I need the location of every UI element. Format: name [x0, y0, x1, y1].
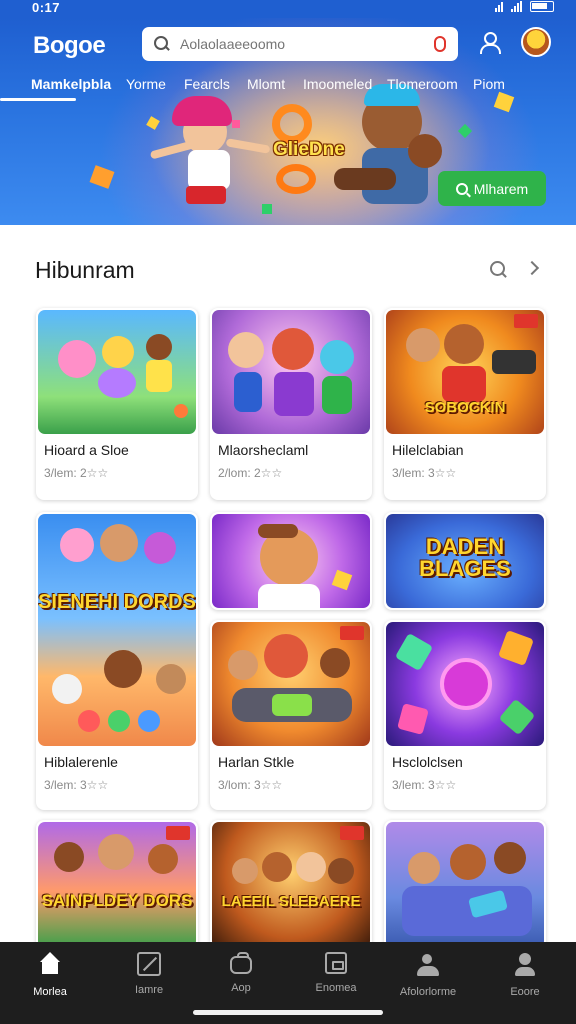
card-meta: 3/lem: 2☆☆ — [44, 466, 109, 480]
avatar[interactable] — [521, 27, 551, 57]
bottom-nav-apps[interactable]: Aop — [193, 952, 289, 994]
card-art-text: SAINPLDEY DORS — [41, 891, 193, 910]
status-bar: 0:17 — [0, 0, 576, 18]
bottom-nav-label: Aop — [231, 982, 251, 994]
card-title: Hilelclabian — [392, 442, 464, 458]
tab-piom[interactable]: Piom — [473, 76, 505, 92]
bottom-nav-label: Enomea — [315, 982, 357, 994]
game-card[interactable]: Harlan Stkle 3/lom: 3☆☆ — [210, 620, 372, 810]
card-art-text: DADEN BLAGES — [419, 534, 511, 581]
card-title: Hioard a Sloe — [44, 442, 129, 458]
card-title: Hsclolclsen — [392, 754, 463, 770]
movies-icon — [325, 952, 347, 974]
search-bar[interactable] — [142, 27, 458, 61]
nav-tabs: Mamkelpbla Yorme Fearcls Mlomt Imoomeled… — [0, 76, 576, 104]
section-title: Hibunram — [35, 257, 135, 283]
bottom-nav-movies[interactable]: Enomea — [288, 952, 384, 994]
card-meta: 3/lem: 3☆☆ — [392, 778, 457, 792]
wifi-icon — [495, 1, 503, 12]
apps-icon — [230, 952, 252, 974]
game-thumbnail: SAINPLDEY DORS — [38, 822, 196, 948]
card-title: Hiblalerenle — [44, 754, 118, 770]
search-icon — [154, 36, 170, 52]
tab-imoomeled[interactable]: Imoomeled — [303, 76, 372, 92]
app-logo[interactable]: Bogoe — [33, 32, 106, 60]
status-time: 0:17 — [32, 0, 61, 15]
bottom-nav-account[interactable]: Eoore — [477, 952, 573, 998]
mic-icon[interactable] — [434, 36, 446, 52]
game-thumbnail — [212, 514, 370, 608]
hero-banner[interactable]: Bogoe Mamkelpbla Yorme Fearcls Mlomt Imo… — [0, 18, 576, 225]
game-card[interactable]: SAINPLDEY DORS — [36, 820, 198, 950]
card-art-text: LAEEIL SLEBAERE — [221, 893, 361, 910]
game-card[interactable]: SOBOCKIN Hilelclabian 3/lem: 3☆☆ — [384, 308, 546, 500]
signal-icon — [511, 1, 522, 12]
activities-icon — [415, 952, 441, 978]
card-meta: 3/lem: 3☆☆ — [392, 466, 457, 480]
card-meta: 3/lem: 3☆☆ — [44, 778, 109, 792]
bottom-nav-label: Afolorlorme — [399, 986, 457, 998]
game-thumbnail — [212, 622, 370, 746]
chevron-right-icon[interactable] — [524, 260, 540, 276]
bottom-nav-games[interactable]: Iamre — [101, 952, 197, 996]
section-header: Hibunram — [35, 255, 545, 285]
tab-tlomeroom[interactable]: Tlomeroom — [387, 76, 458, 92]
bottom-nav-label: Morlea — [33, 986, 67, 998]
game-thumbnail — [386, 622, 544, 746]
hero-cta-label: Mlharem — [473, 180, 529, 197]
hero-cta-button[interactable]: Mlharem — [438, 171, 546, 206]
home-icon — [37, 952, 63, 978]
battery-icon — [530, 1, 554, 12]
active-tab-indicator — [0, 98, 76, 101]
status-icons — [495, 1, 554, 12]
hero-title: GlieDne — [273, 139, 345, 160]
game-card[interactable]: LAEEIL SLEBAERE — [210, 820, 372, 950]
tab-marketplace[interactable]: Mamkelpbla — [31, 76, 111, 92]
tab-mlomt[interactable]: Mlomt — [247, 76, 285, 92]
card-title: Mlaorsheclaml — [218, 442, 309, 458]
game-card[interactable]: Hioard a Sloe 3/lem: 2☆☆ — [36, 308, 198, 500]
bottom-nav-label: Eoore — [510, 986, 540, 998]
search-icon[interactable] — [490, 261, 508, 279]
bottom-nav-activities[interactable]: Afolorlorme — [380, 952, 476, 998]
game-card[interactable]: Mlaorsheclaml 2/lom: 2☆☆ — [210, 308, 372, 500]
card-title: Harlan Stkle — [218, 754, 295, 770]
game-thumbnail — [212, 310, 370, 434]
game-thumbnail: LAEEIL SLEBAERE — [212, 822, 370, 948]
game-thumbnail: SIENEHI DORDS — [38, 514, 196, 746]
game-thumbnail: SOBOCKIN — [386, 310, 544, 434]
bottom-nav-home[interactable]: Morlea — [2, 952, 98, 998]
search-icon — [455, 182, 468, 195]
tab-home[interactable]: Yorme — [126, 76, 166, 92]
account-icon — [512, 952, 538, 978]
search-input[interactable] — [180, 36, 434, 52]
home-indicator[interactable] — [193, 1010, 383, 1015]
tab-feeds[interactable]: Fearcls — [184, 76, 230, 92]
card-meta: 2/lom: 2☆☆ — [218, 466, 283, 480]
game-card[interactable]: SIENEHI DORDS Hiblalerenle 3/lem: 3☆☆ — [36, 512, 198, 810]
card-art-text: SIENEHI DORDS — [38, 591, 196, 613]
bottom-nav-label: Iamre — [134, 984, 164, 996]
card-meta: 3/lom: 3☆☆ — [218, 778, 283, 792]
games-icon — [137, 952, 161, 976]
game-card[interactable]: Hsclolclsen 3/lem: 3☆☆ — [384, 620, 546, 810]
game-thumbnail — [38, 310, 196, 434]
profile-icon[interactable] — [478, 31, 502, 55]
game-thumbnail — [386, 822, 544, 948]
game-card[interactable]: DADEN BLAGES — [384, 512, 546, 610]
game-card[interactable] — [384, 820, 546, 950]
game-thumbnail: DADEN BLAGES — [386, 514, 544, 608]
game-card[interactable] — [210, 512, 372, 610]
